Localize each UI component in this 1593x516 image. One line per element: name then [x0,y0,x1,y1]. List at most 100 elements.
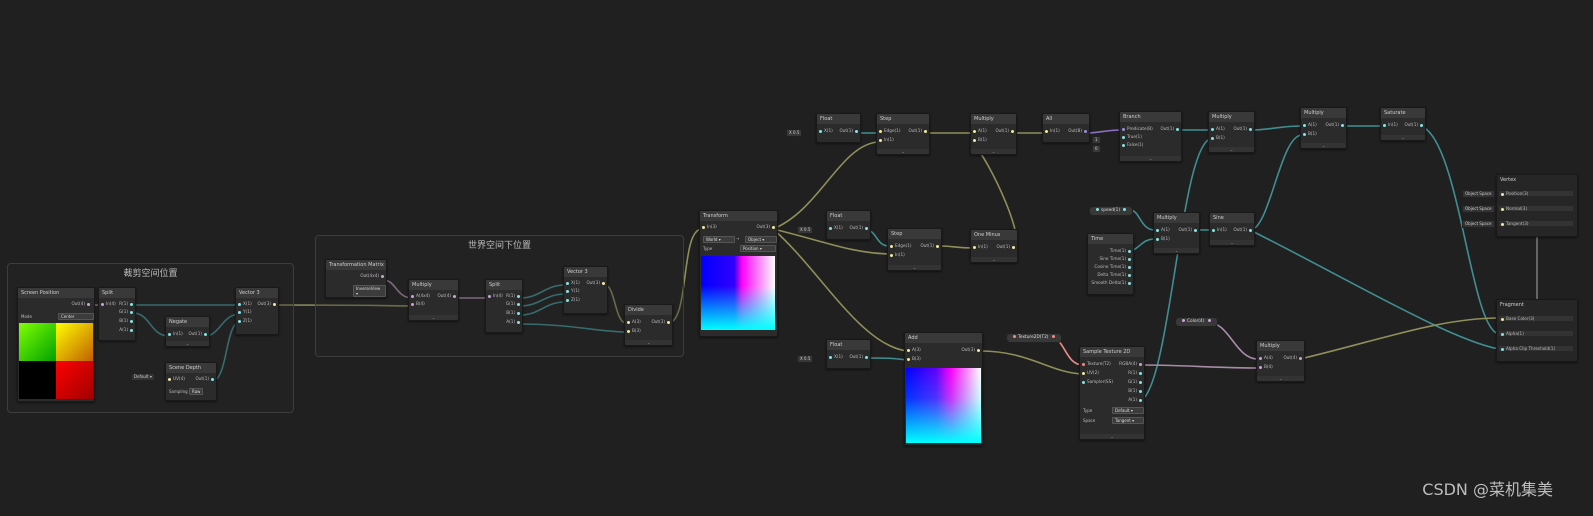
vertex-position-space[interactable]: Object Space [1462,190,1495,198]
port-dot[interactable] [829,226,832,230]
node-float-3[interactable]: Float X(1) Out(1) [826,339,871,369]
port-dot[interactable] [1501,347,1504,351]
port-dot[interactable] [1128,257,1131,261]
port-dot[interactable] [1501,192,1504,196]
port-dot[interactable] [1012,245,1015,249]
property-color[interactable]: Color(4) [1175,317,1218,327]
port-out[interactable]: Out(1) [195,376,216,381]
node-transform[interactable]: Transform In(3) Out(3) World ▾ → Object … [699,210,778,337]
collapse-chevron-icon[interactable]: ⌄ [1381,135,1425,140]
port-dot[interactable] [1045,129,1048,133]
collapse-chevron-icon[interactable]: ⌄ [166,341,209,346]
port-in[interactable]: In(1) [971,244,988,249]
port-dot[interactable] [936,244,939,248]
port-out[interactable]: Out(1) [996,244,1017,249]
collapse-chevron-icon[interactable]: ⌄ [971,257,1017,262]
port-dot[interactable] [1123,208,1127,211]
port-smooth-delta[interactable]: Smooth Delta(1) [1091,280,1133,285]
vertex-normal-space[interactable]: Object Space [1462,205,1495,213]
port-b[interactable]: B(1) [971,137,987,142]
port-x[interactable]: X(1) [236,301,252,306]
port-z[interactable]: Z(1) [564,297,580,302]
port-a[interactable]: A(1) [1154,227,1170,232]
node-all[interactable]: All In(1) Out(B) [1042,113,1090,143]
port-dot[interactable] [1051,335,1055,338]
port-time[interactable]: Time(1) [1110,248,1133,253]
port-predicate[interactable]: Predicate(B) [1120,126,1153,131]
port-in[interactable]: In(1) [1210,227,1227,232]
node-float-1[interactable]: Float X(1) Out(1) [816,113,861,143]
port-b[interactable]: B(4) [1257,364,1273,369]
port-a[interactable]: A(1) [1209,126,1225,131]
port-out[interactable]: Out(1) [920,243,941,248]
port-x[interactable]: X(1) [564,280,580,285]
port-in[interactable]: In(4) [99,301,116,306]
port-g[interactable]: G(1) [1128,379,1144,384]
collapse-chevron-icon[interactable]: ⌄ [1257,376,1304,381]
port-b[interactable]: B(3) [905,356,921,361]
float2-value-field[interactable]: X 0.5 [797,226,814,234]
port-uv[interactable]: UV(4) [166,376,185,381]
port-dot[interactable] [602,281,605,285]
port-dot[interactable] [879,129,882,133]
port-dot[interactable] [977,348,980,352]
port-dot[interactable] [1303,132,1306,136]
port-dot[interactable] [238,302,241,306]
node-branch[interactable]: Branch Predicate(B) True(1) False(1) Out… [1119,111,1182,162]
port-uv[interactable]: UV(2) [1080,370,1099,375]
port-dot[interactable] [1211,136,1214,140]
port-dot[interactable] [1207,319,1211,322]
port-out[interactable]: Out(3) [257,301,278,306]
node-divide[interactable]: Divide A(3) B(3) Out(3) ⌄ [624,304,673,346]
port-alpha-clip[interactable]: Alpha Clip Threshold(1) [1499,346,1573,351]
node-scene-depth[interactable]: Scene Depth UV(4) Out(1) Sampling Raw [165,362,217,401]
port-dot[interactable] [517,320,520,324]
port-x[interactable]: X(1) [817,128,833,133]
port-dot[interactable] [819,129,822,133]
port-out[interactable]: Out(1) [849,354,870,359]
node-step-1[interactable]: Step Edge(1) In(1) Out(1) ⌄ [876,113,930,155]
port-dot[interactable] [1128,273,1131,277]
port-dot[interactable] [924,129,927,133]
port-dot[interactable] [130,319,133,323]
port-dot[interactable] [1122,143,1125,147]
node-sample-texture-2d[interactable]: Sample Texture 2D Texture(T2) UV(2) Samp… [1079,346,1145,440]
port-x[interactable]: X(1) [827,354,843,359]
port-in[interactable]: In(3) [700,224,717,229]
float1-value-field[interactable]: X 0.5 [786,129,803,137]
node-time[interactable]: Time Time(1) Sine Time(1) Cosine Time(1)… [1087,233,1134,295]
type-dropdown[interactable]: Position ▾ [740,245,776,252]
port-dot[interactable] [238,310,241,314]
port-x[interactable]: X(1) [827,225,843,230]
port-sampler[interactable]: Sampler(SS) [1080,379,1113,384]
port-b[interactable]: B(1) [1128,388,1144,393]
port-dot[interactable] [890,253,893,257]
port-a[interactable]: A(4x4) [409,293,430,298]
port-dot[interactable] [1249,228,1252,232]
port-edge[interactable]: Edge(1) [877,128,900,133]
node-saturate[interactable]: Saturate In(1) Out(1) ⌄ [1380,107,1426,141]
port-dot[interactable] [1139,362,1142,366]
port-a[interactable]: A(1) [119,327,135,332]
port-out[interactable]: Out(3) [651,319,672,324]
port-dot[interactable] [627,329,630,333]
port-true[interactable]: True(1) [1120,134,1142,139]
port-dot[interactable] [130,328,133,332]
port-in[interactable]: In(1) [888,252,905,257]
branch-true-field[interactable]: 1 [1092,136,1101,144]
port-dot[interactable] [1501,207,1504,211]
port-out[interactable]: Out(B) [1068,128,1089,133]
collapse-chevron-icon[interactable]: ⌄ [1209,147,1254,152]
collapse-chevron-icon[interactable]: ⌄ [625,340,672,345]
port-dot[interactable] [1011,129,1014,133]
port-dot[interactable] [1501,222,1504,226]
node-vector3-a[interactable]: Vector 3 X(1) Y(1) Z(1) Out(3) [235,287,279,335]
node-split-1[interactable]: Split In(4) R(1) G(1) B(1) A(1) [98,287,136,341]
port-dot[interactable] [168,377,171,381]
port-dot[interactable] [1139,371,1142,375]
port-dot[interactable] [1194,228,1197,232]
port-out[interactable]: Out(1) [1233,227,1254,232]
port-dot[interactable] [879,138,882,142]
node-multiply-3[interactable]: Multiply A(1) B(1) Out(1) ⌄ [1208,111,1255,153]
port-dot[interactable] [907,348,910,352]
